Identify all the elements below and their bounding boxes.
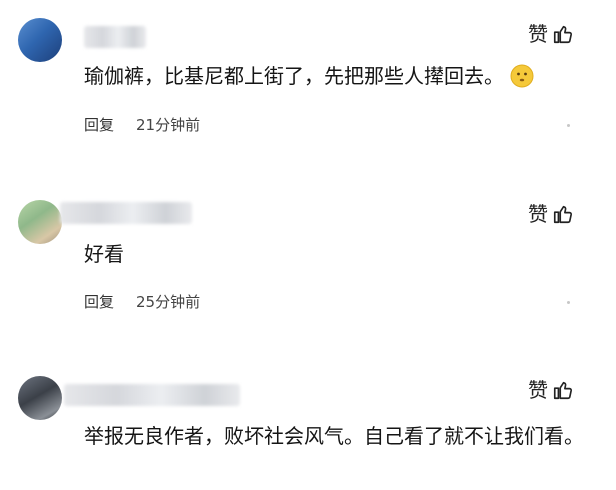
smiley-emoji-icon — [510, 64, 534, 88]
username-blurred[interactable] — [84, 26, 146, 48]
more-options-dot[interactable] — [567, 301, 570, 304]
like-label: 赞 — [528, 22, 548, 46]
avatar[interactable] — [18, 200, 62, 244]
username-blurred[interactable] — [60, 202, 192, 224]
comment-text: 好看 — [84, 240, 564, 268]
comment-item: 赞 瑜伽裤，比基尼都上街了，先把那些人撵回去。 回复 21分钟前 — [0, 0, 616, 160]
username-blurred[interactable] — [64, 384, 240, 406]
reply-button[interactable]: 回复 — [84, 116, 114, 134]
comment-meta: 回复 25分钟前 — [84, 293, 200, 311]
thumbs-up-icon — [553, 25, 573, 44]
reply-button[interactable]: 回复 — [84, 293, 114, 311]
comment-meta: 回复 21分钟前 — [84, 116, 200, 134]
comment-text-value: 好看 — [84, 242, 124, 266]
comment-text-value: 瑜伽裤，比基尼都上街了，先把那些人撵回去。 — [84, 64, 504, 88]
comment-timestamp: 25分钟前 — [136, 293, 201, 311]
thumbs-up-icon — [553, 205, 573, 224]
comment-item: 赞 举报无良作者，败坏社会风气。自己看了就不让我们看。 — [0, 356, 616, 490]
avatar[interactable] — [18, 18, 62, 62]
comment-text-value: 举报无良作者，败坏社会风气。自己看了就不让我们看。 — [84, 424, 584, 448]
like-button[interactable]: 赞 — [528, 202, 574, 226]
comment-text: 瑜伽裤，比基尼都上街了，先把那些人撵回去。 — [84, 62, 564, 90]
avatar[interactable] — [18, 376, 62, 420]
like-label: 赞 — [528, 378, 548, 402]
comment-item: 赞 好看 回复 25分钟前 — [0, 180, 616, 330]
comment-text: 举报无良作者，败坏社会风气。自己看了就不让我们看。 — [84, 420, 584, 452]
like-label: 赞 — [528, 202, 548, 226]
thumbs-up-icon — [553, 381, 573, 400]
comment-timestamp: 21分钟前 — [136, 116, 201, 134]
like-button[interactable]: 赞 — [528, 22, 574, 46]
more-options-dot[interactable] — [567, 124, 570, 127]
like-button[interactable]: 赞 — [528, 378, 574, 402]
